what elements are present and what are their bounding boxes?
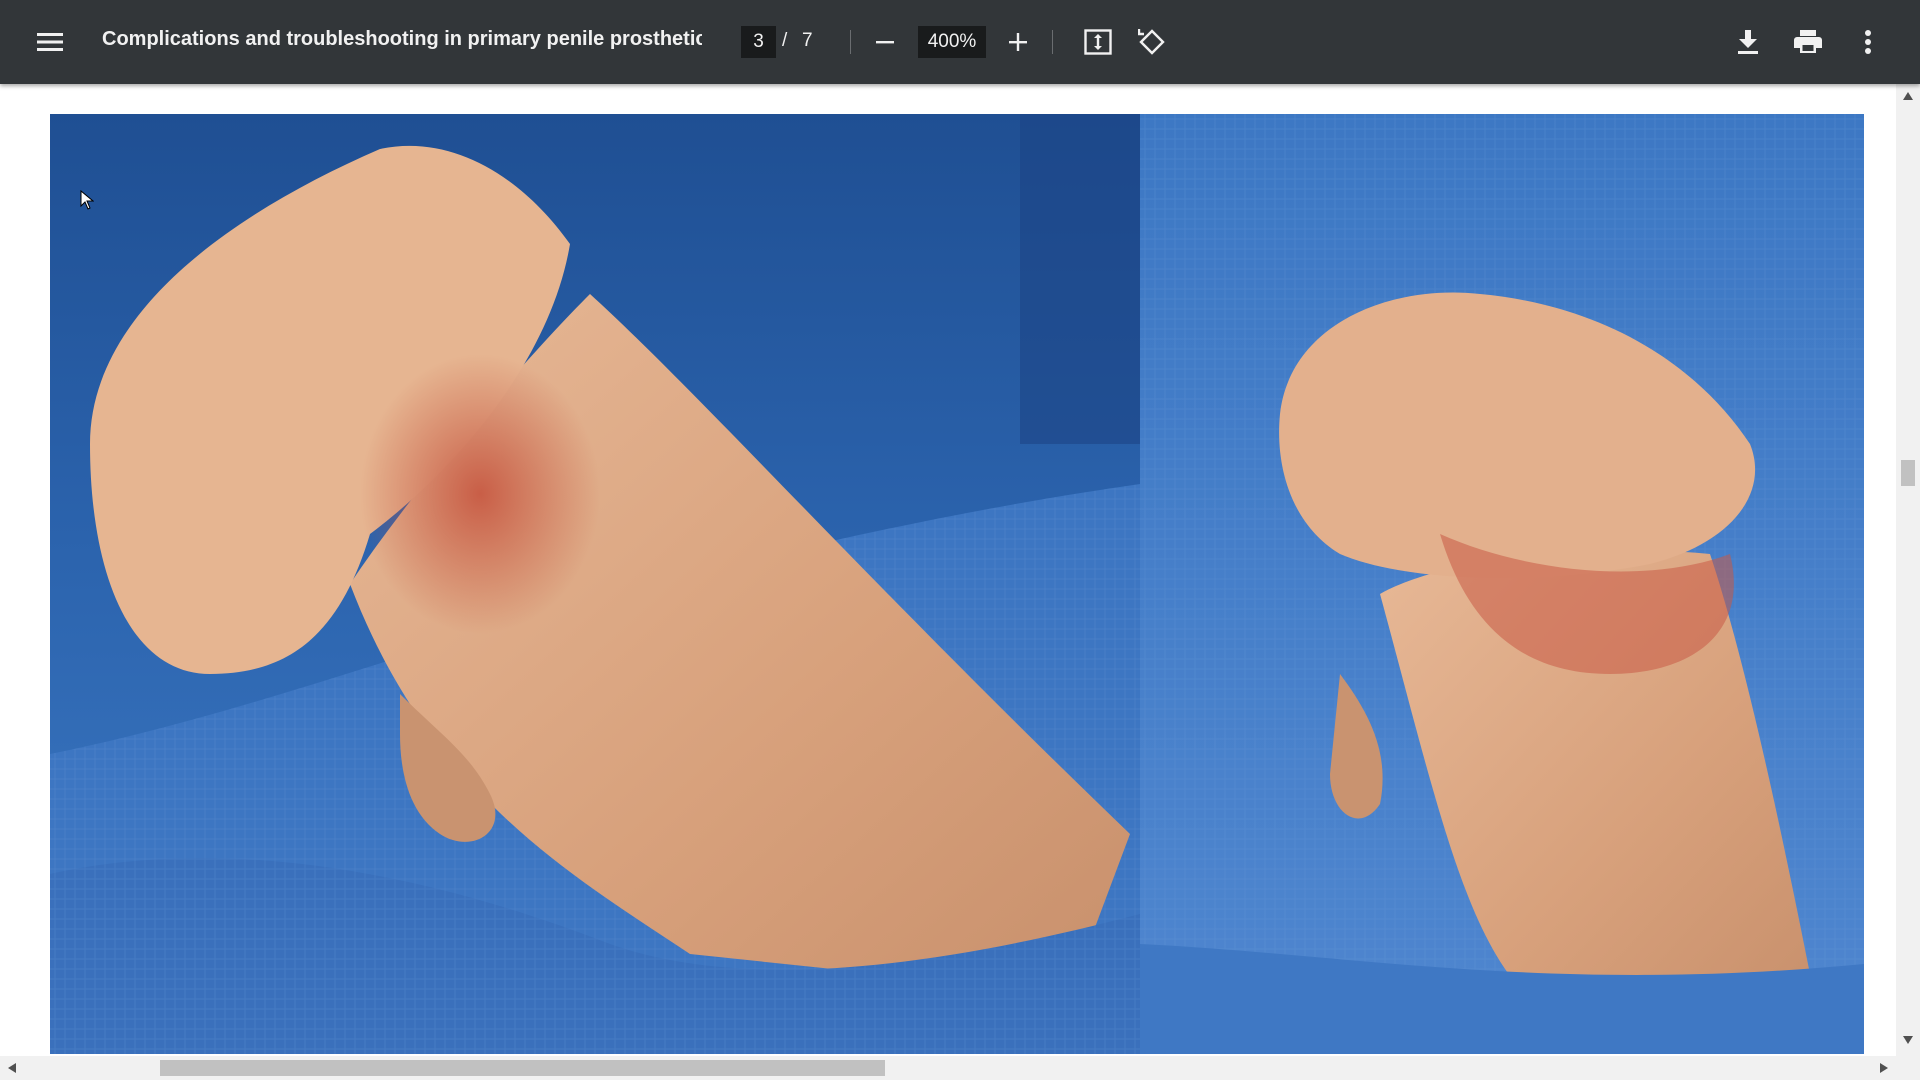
zoom-out-button[interactable] (865, 22, 905, 62)
more-actions-button[interactable] (1848, 22, 1888, 62)
more-vertical-icon (1865, 30, 1871, 54)
plus-icon (1009, 33, 1027, 51)
rotate-counterclockwise-icon (1138, 29, 1165, 55)
toolbar-divider (850, 30, 851, 54)
page-separator: / (782, 30, 788, 51)
print-icon (1794, 30, 1822, 53)
pdf-toolbar: Complications and troubleshooting in pri… (0, 0, 1920, 84)
horizontal-scrollbar[interactable] (0, 1056, 1920, 1080)
zoom-input[interactable]: 400% (918, 26, 986, 58)
hamburger-menu-icon[interactable] (30, 22, 70, 62)
scroll-right-arrow-icon (1880, 1063, 1888, 1073)
vertical-scrollbar[interactable] (1896, 84, 1920, 1056)
vertical-scroll-thumb[interactable] (1901, 460, 1915, 486)
mouse-cursor-icon (80, 190, 94, 210)
fit-to-page-button[interactable] (1078, 22, 1118, 62)
horizontal-scroll-thumb[interactable] (160, 1060, 885, 1076)
clinical-photograph (50, 114, 1864, 1054)
zoom-in-button[interactable] (998, 22, 1038, 62)
toolbar-divider (1052, 30, 1053, 54)
download-button[interactable] (1728, 22, 1768, 62)
fit-to-page-icon (1084, 29, 1112, 55)
scroll-left-arrow-icon (8, 1063, 16, 1073)
total-pages: 7 (802, 30, 813, 51)
minus-icon (876, 41, 894, 44)
document-title: Complications and troubleshooting in pri… (102, 28, 702, 50)
scroll-down-arrow-icon (1903, 1036, 1913, 1044)
page-number-input[interactable]: 3 (741, 26, 776, 58)
rotate-button[interactable] (1132, 22, 1172, 62)
print-button[interactable] (1788, 22, 1828, 62)
scroll-up-arrow-icon (1903, 92, 1913, 100)
download-icon (1738, 30, 1758, 54)
